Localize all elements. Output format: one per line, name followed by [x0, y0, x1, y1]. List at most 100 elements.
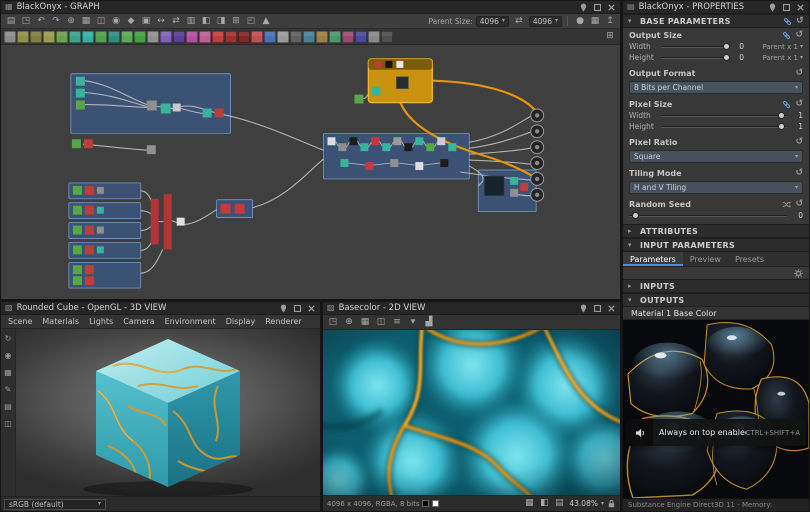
zoom-level[interactable]: 43.08%: [569, 499, 598, 508]
section-inputs[interactable]: ▸ INPUTS: [623, 279, 809, 293]
slider-knob[interactable]: [778, 112, 785, 119]
node-type-normal[interactable]: [121, 31, 133, 43]
parent-multiplier-dropdown[interactable]: Parent x 1▾: [748, 54, 803, 62]
gear-icon[interactable]: [794, 269, 803, 278]
histogram-icon[interactable]: ▟: [422, 316, 436, 329]
pan-mode-icon[interactable]: ◰: [244, 15, 258, 28]
slider-track[interactable]: [629, 211, 787, 220]
close-icon[interactable]: [307, 304, 316, 313]
palette-grid-icon[interactable]: ⊞: [603, 30, 617, 43]
menu-item[interactable]: Scene: [3, 317, 37, 326]
menu-item[interactable]: Display: [221, 317, 261, 326]
section-base-parameters[interactable]: ▾ BASE PARAMETERS ↺: [623, 14, 809, 28]
viewport-split-icon[interactable]: ◫: [4, 419, 12, 428]
close-icon[interactable]: [796, 3, 805, 12]
menu-item[interactable]: Renderer: [260, 317, 307, 326]
node-type-splatter[interactable]: [290, 31, 302, 43]
tiling-toggle-icon[interactable]: ▦: [358, 316, 372, 329]
mipmap-icon[interactable]: ▤: [552, 497, 566, 510]
menu-item[interactable]: Camera: [118, 317, 159, 326]
maximize-icon[interactable]: [782, 3, 791, 12]
node-type-pattern-7[interactable]: [381, 31, 393, 43]
node-type-pattern-6[interactable]: [368, 31, 380, 43]
node-type-pattern-4[interactable]: [342, 31, 354, 43]
undo-icon[interactable]: ↶: [34, 15, 48, 28]
expand-nodes-icon[interactable]: ⊞: [229, 15, 243, 28]
node-type-cells[interactable]: [225, 31, 237, 43]
section-input-parameters[interactable]: ▾ INPUT PARAMETERS: [623, 238, 809, 252]
node-type-pattern-3[interactable]: [329, 31, 341, 43]
node-type-height[interactable]: [134, 31, 146, 43]
reset-icon[interactable]: ↺: [796, 17, 804, 26]
fit-all-icon[interactable]: ↔: [154, 15, 168, 28]
pause-engine-icon[interactable]: ●: [573, 15, 587, 28]
node-type-blur[interactable]: [69, 31, 81, 43]
wireframe-icon[interactable]: ▦: [4, 368, 12, 377]
reset-icon[interactable]: ↺: [795, 100, 803, 109]
node-type-sharpen[interactable]: [82, 31, 94, 43]
output-format-dropdown[interactable]: 8 Bits per Channel ▾: [629, 81, 803, 94]
slider-track[interactable]: [661, 42, 728, 51]
slider-knob[interactable]: [723, 43, 730, 50]
link-mode-icon[interactable]: ⇄: [169, 15, 183, 28]
viewport-3d[interactable]: [16, 329, 320, 496]
node-type-clouds[interactable]: [251, 31, 263, 43]
node-type-gradient[interactable]: [56, 31, 68, 43]
node-type-distance[interactable]: [108, 31, 120, 43]
pick-color-icon[interactable]: ⊕: [342, 316, 356, 329]
menu-icon[interactable]: ▤: [4, 15, 18, 28]
reset-icon[interactable]: ↺: [795, 169, 803, 178]
tab-presets[interactable]: Presets: [728, 252, 771, 266]
link-wh-icon[interactable]: [782, 100, 791, 109]
output-item-material-basecolor[interactable]: Material 1 Base Color: [623, 307, 809, 319]
section-outputs[interactable]: ▾ OUTPUTS: [623, 293, 809, 307]
pin-icon[interactable]: [279, 304, 288, 313]
split-view-icon[interactable]: ◫: [94, 15, 108, 28]
black-background-swatch[interactable]: [422, 500, 429, 507]
material-edit-icon[interactable]: ✎: [5, 385, 12, 394]
grid-toggle-icon[interactable]: ▦: [522, 497, 536, 510]
link-icon[interactable]: [783, 17, 792, 26]
slider-track[interactable]: [661, 122, 787, 131]
node-type-noise[interactable]: [212, 31, 224, 43]
tiling-preview-icon[interactable]: ▦: [588, 15, 602, 28]
lock-zoom-icon[interactable]: [607, 499, 616, 508]
node-type-curve[interactable]: [43, 31, 55, 43]
pin-icon[interactable]: [579, 304, 588, 313]
frame-selection-icon[interactable]: ▣: [139, 15, 153, 28]
scene-layers-icon[interactable]: ▤: [4, 402, 12, 411]
node-type-transform[interactable]: [186, 31, 198, 43]
tiling-mode-dropdown[interactable]: H and V Tiling ▾: [629, 181, 803, 194]
focus-selection-icon[interactable]: ◉: [109, 15, 123, 28]
node-type-grayscale[interactable]: [147, 31, 159, 43]
slider-knob[interactable]: [632, 212, 639, 219]
node-type-tile-generator[interactable]: [277, 31, 289, 43]
slider-knob[interactable]: [778, 123, 785, 130]
slider-track[interactable]: [661, 111, 787, 120]
chevron-down-icon[interactable]: ▾: [601, 501, 604, 507]
menu-item[interactable]: Lights: [84, 317, 118, 326]
node-type-pattern-1[interactable]: [303, 31, 315, 43]
light-icon[interactable]: ◉: [5, 351, 12, 360]
white-background-swatch[interactable]: [432, 500, 439, 507]
align-left-icon[interactable]: ◧: [199, 15, 213, 28]
align-right-icon[interactable]: ◨: [214, 15, 228, 28]
node-type-shape[interactable]: [264, 31, 276, 43]
snap-grid-icon[interactable]: ▦: [79, 15, 93, 28]
background-toggle-icon[interactable]: ◧: [537, 497, 551, 510]
viewport-2d[interactable]: [323, 330, 620, 495]
node-type-pattern-2[interactable]: [316, 31, 328, 43]
node-type-uniform-color[interactable]: [4, 31, 16, 43]
node-type-pattern-5[interactable]: [355, 31, 367, 43]
close-icon[interactable]: [607, 304, 616, 313]
reset-icon[interactable]: ↺: [795, 31, 803, 40]
add-node-icon[interactable]: ⊕: [64, 15, 78, 28]
reset-icon[interactable]: ↺: [795, 138, 803, 147]
node-type-levels[interactable]: [30, 31, 42, 43]
pin-icon[interactable]: [768, 3, 777, 12]
node-graph-canvas[interactable]: [1, 45, 620, 299]
node-type-blend[interactable]: [17, 31, 29, 43]
select-mode-icon[interactable]: ▲: [259, 15, 273, 28]
reset-icon[interactable]: ↺: [795, 200, 803, 209]
slider-knob[interactable]: [723, 54, 730, 61]
